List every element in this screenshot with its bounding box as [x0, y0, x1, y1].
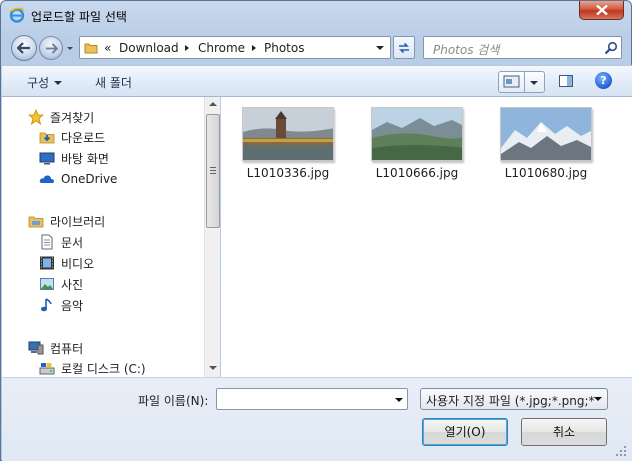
- cancel-button[interactable]: 취소: [521, 418, 607, 446]
- chevron-down-icon: [594, 397, 602, 401]
- file-list-view: L1010336.jpg L1010666.jpg L1010680.jpg: [221, 97, 632, 377]
- breadcrumb-overflow[interactable]: «: [104, 41, 111, 55]
- breadcrumb-separator-icon[interactable]: [185, 45, 189, 51]
- command-toolbar: 구성 새 폴더 ?: [2, 65, 632, 97]
- star-icon: [27, 108, 45, 125]
- chevron-down-icon[interactable]: [530, 81, 538, 85]
- folder-icon: [84, 41, 98, 58]
- nav-item-music[interactable]: 음악: [39, 296, 83, 314]
- document-icon: [39, 234, 55, 250]
- forward-button[interactable]: [39, 36, 63, 60]
- breadcrumb-separator-icon[interactable]: [252, 45, 256, 51]
- nav-item-pictures[interactable]: 사진: [39, 275, 83, 293]
- open-button[interactable]: 열기(O): [422, 418, 508, 446]
- internet-explorer-icon: [9, 7, 25, 23]
- file-name: L1010336.jpg: [246, 166, 330, 180]
- breadcrumb-download[interactable]: Download: [119, 41, 179, 55]
- nav-item-videos[interactable]: 비디오: [39, 254, 94, 272]
- search-box[interactable]: Photos 검색: [423, 36, 622, 59]
- computer-icon: [28, 340, 44, 356]
- nav-item-label: 사진: [61, 277, 84, 292]
- nav-favorites[interactable]: 즐겨찾기: [27, 108, 95, 126]
- picture-icon: [39, 276, 55, 292]
- video-icon: [39, 255, 55, 271]
- music-note-icon: [39, 297, 55, 313]
- preview-pane-icon: [559, 75, 573, 87]
- scroll-up-arrow-icon[interactable]: [209, 102, 217, 106]
- address-bar[interactable]: « Download Chrome Photos: [79, 36, 391, 59]
- mountain-valley-photo: [371, 107, 463, 161]
- chevron-down-icon: [67, 47, 73, 50]
- search-placeholder[interactable]: Photos 검색: [433, 41, 499, 58]
- nav-computer-label: 컴퓨터: [50, 341, 84, 356]
- window-title: 업로드할 파일 선택: [31, 10, 127, 24]
- download-folder-icon: [39, 129, 55, 145]
- chevron-down-icon: [54, 81, 63, 85]
- file-type-select[interactable]: 사용자 지정 파일 (*.jpg;*.png;*: [420, 388, 608, 410]
- address-dropdown-icon[interactable]: [376, 46, 384, 50]
- onedrive-cloud-icon: [39, 171, 55, 187]
- organize-label: 구성: [27, 76, 50, 90]
- nav-item-label: 비디오: [61, 256, 95, 271]
- file-name: L1010680.jpg: [504, 166, 588, 180]
- breadcrumb-photos[interactable]: Photos: [264, 41, 304, 55]
- hard-disk-icon: [39, 360, 55, 376]
- forward-arrow-icon: [45, 42, 58, 54]
- desktop-icon: [39, 150, 55, 166]
- back-arrow-icon: [17, 42, 30, 54]
- nav-item-label: OneDrive: [61, 172, 118, 186]
- file-name: L1010666.jpg: [375, 166, 459, 180]
- title-bar[interactable]: 업로드할 파일 선택: [1, 1, 631, 31]
- close-icon: [595, 5, 608, 15]
- file-item[interactable]: L1010666.jpg: [367, 107, 467, 180]
- nav-scrollbar[interactable]: [204, 97, 220, 377]
- view-icon: [503, 75, 520, 88]
- refresh-icon: [399, 42, 409, 53]
- recent-locations-dropdown[interactable]: [65, 41, 75, 55]
- nav-computer[interactable]: 컴퓨터: [28, 339, 83, 357]
- file-type-value: 사용자 지정 파일 (*.jpg;*.png;*: [426, 394, 595, 408]
- nav-item-label: 바탕 화면: [61, 151, 109, 166]
- nav-libraries-label: 라이브러리: [50, 214, 106, 229]
- file-item[interactable]: L1010336.jpg: [238, 107, 338, 180]
- nav-item-label: 로컬 디스크 (C:): [61, 361, 146, 376]
- nav-item-local-disk[interactable]: 로컬 디스크 (C:): [39, 359, 146, 377]
- nav-item-label: 음악: [61, 298, 84, 313]
- nav-item-downloads[interactable]: 다운로드: [39, 128, 105, 146]
- scrollbar-thumb[interactable]: [206, 114, 220, 228]
- filename-combobox[interactable]: [216, 388, 408, 410]
- grip-icon: [210, 167, 216, 174]
- breadcrumb-chrome[interactable]: Chrome: [198, 41, 245, 55]
- nav-item-onedrive[interactable]: OneDrive: [39, 170, 117, 188]
- filename-label: 파일 이름(N):: [138, 394, 209, 408]
- nav-item-label: 문서: [61, 235, 84, 250]
- split-divider: [524, 72, 525, 92]
- nav-item-documents[interactable]: 문서: [39, 233, 83, 251]
- file-open-dialog: 업로드할 파일 선택 « Download Chrome Photos Phot…: [0, 0, 632, 461]
- dialog-footer: 파일 이름(N): 사용자 지정 파일 (*.jpg;*.png;* 열기(O)…: [2, 377, 632, 461]
- change-view-button[interactable]: [498, 71, 545, 93]
- file-item[interactable]: L1010680.jpg: [496, 107, 596, 180]
- search-icon[interactable]: [604, 41, 618, 58]
- nav-libraries[interactable]: 라이브러리: [28, 212, 105, 230]
- new-folder-button[interactable]: 새 폴더: [95, 74, 132, 91]
- resize-grip-icon[interactable]: [614, 444, 628, 458]
- nav-item-desktop[interactable]: 바탕 화면: [39, 149, 109, 167]
- nav-item-label: 다운로드: [61, 130, 106, 145]
- nav-favorites-label: 즐겨찾기: [50, 110, 95, 125]
- bridge-tower-photo: [242, 107, 334, 161]
- preview-pane-button[interactable]: [558, 73, 574, 92]
- navigation-pane: 즐겨찾기 다운로드 바탕 화면 OneDrive 라이브러리 문서 비디오 사진…: [2, 97, 220, 377]
- back-button[interactable]: [11, 35, 37, 61]
- organize-button[interactable]: 구성: [27, 74, 63, 91]
- chevron-down-icon[interactable]: [395, 398, 403, 402]
- refresh-button[interactable]: [393, 36, 415, 59]
- snowy-peaks-photo: [500, 107, 592, 161]
- close-button[interactable]: [579, 1, 624, 20]
- library-icon: [28, 213, 44, 229]
- help-icon[interactable]: ?: [595, 72, 612, 89]
- scroll-down-arrow-icon[interactable]: [209, 366, 217, 370]
